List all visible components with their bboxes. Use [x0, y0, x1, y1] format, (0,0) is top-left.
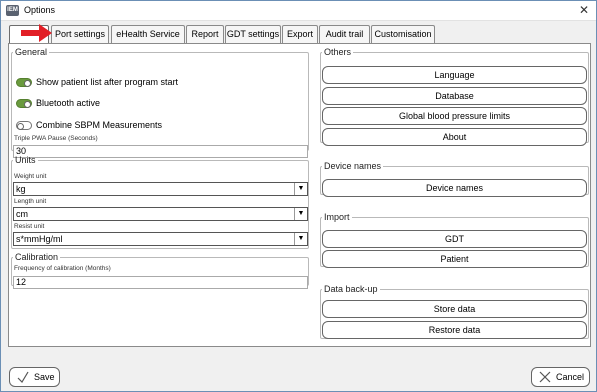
switch-icon — [16, 98, 32, 108]
import-legend: Import — [324, 212, 350, 222]
chevron-down-icon: ▼ — [294, 183, 307, 195]
device-names-button[interactable]: Device names — [322, 179, 587, 197]
window-title: Options — [24, 5, 56, 15]
others-legend: Others — [324, 47, 352, 57]
calibration-legend: Calibration — [15, 252, 59, 262]
title-bar: IEM Options ✕ — [1, 1, 596, 21]
weight-value: kg — [16, 184, 26, 194]
general-group: General Show patient list after program … — [11, 47, 309, 158]
store-data-button[interactable]: Store data — [322, 300, 587, 318]
tab-export[interactable]: Export — [282, 25, 318, 43]
toggle-show-patient-list[interactable]: Show patient list after program start — [16, 76, 178, 88]
toggle-label: Bluetooth active — [36, 98, 101, 108]
tab-report[interactable]: Report — [186, 25, 224, 43]
checkmark-icon — [17, 371, 29, 383]
weight-unit-select[interactable]: kg ▼ — [13, 182, 308, 196]
database-button[interactable]: Database — [322, 87, 587, 105]
length-label: Length unit — [14, 198, 47, 205]
red-arrow-icon — [21, 24, 52, 42]
toggle-bluetooth[interactable]: Bluetooth active — [16, 97, 100, 109]
pause-label: Triple PWA Pause (Seconds) — [14, 135, 98, 142]
close-icon[interactable]: ✕ — [579, 3, 589, 17]
tab-gdt-settings[interactable]: GDT settings — [225, 25, 281, 43]
tab-ehealth-service[interactable]: eHealth Service — [111, 25, 185, 43]
import-patient-button[interactable]: Patient — [322, 250, 587, 268]
tab-panel: General Show patient list after program … — [8, 43, 591, 347]
device-names-group: Device names Device names — [320, 161, 589, 197]
cancel-label: Cancel — [556, 372, 585, 382]
general-legend: General — [15, 47, 48, 57]
save-button[interactable]: Save — [9, 367, 60, 387]
calibration-input[interactable]: 12 — [13, 276, 308, 289]
weight-label: Weight unit — [14, 173, 47, 180]
length-unit-select[interactable]: cm ▼ — [13, 207, 308, 221]
cancel-button[interactable]: Cancel — [531, 367, 590, 387]
tab-audit-trail[interactable]: Audit trail — [319, 25, 370, 43]
app-icon: IEM — [6, 5, 19, 16]
restore-data-button[interactable]: Restore data — [322, 321, 587, 339]
toggle-label: Show patient list after program start — [36, 77, 179, 87]
import-gdt-button[interactable]: GDT — [322, 230, 587, 248]
units-group: Units Weight unit kg ▼ Length unit cm ▼ … — [11, 155, 309, 249]
options-dialog: IEM Options ✕ Port settings eHealth Serv… — [0, 0, 597, 392]
language-button[interactable]: Language — [322, 66, 587, 84]
switch-icon — [16, 77, 32, 87]
import-group: Import GDT Patient — [320, 212, 589, 268]
save-label: Save — [34, 372, 55, 382]
backup-group: Data back-up Store data Restore data — [320, 284, 589, 339]
calibration-group: Calibration Frequency of calibration (Mo… — [11, 252, 309, 289]
length-value: cm — [16, 209, 28, 219]
about-button[interactable]: About — [322, 128, 587, 146]
units-legend: Units — [15, 155, 36, 165]
device-names-legend: Device names — [324, 161, 382, 171]
toggle-label: Combine SBPM Measurements — [36, 120, 163, 130]
resist-label: Resist unit — [14, 223, 45, 230]
global-bp-limits-button[interactable]: Global blood pressure limits — [322, 107, 587, 125]
chevron-down-icon: ▼ — [294, 233, 307, 245]
resist-value: s*mmHg/ml — [16, 234, 63, 244]
toggle-combine-sbpm[interactable]: Combine SBPM Measurements — [16, 119, 162, 131]
backup-legend: Data back-up — [324, 284, 378, 294]
tab-port-settings[interactable]: Port settings — [51, 25, 109, 43]
tab-customisation[interactable]: Customisation — [371, 25, 435, 43]
resist-unit-select[interactable]: s*mmHg/ml ▼ — [13, 232, 308, 246]
x-icon — [539, 371, 551, 383]
others-group: Others Language Database Global blood pr… — [320, 47, 589, 146]
switch-icon — [16, 120, 32, 130]
chevron-down-icon: ▼ — [294, 208, 307, 220]
calibration-label: Frequency of calibration (Months) — [14, 265, 111, 272]
